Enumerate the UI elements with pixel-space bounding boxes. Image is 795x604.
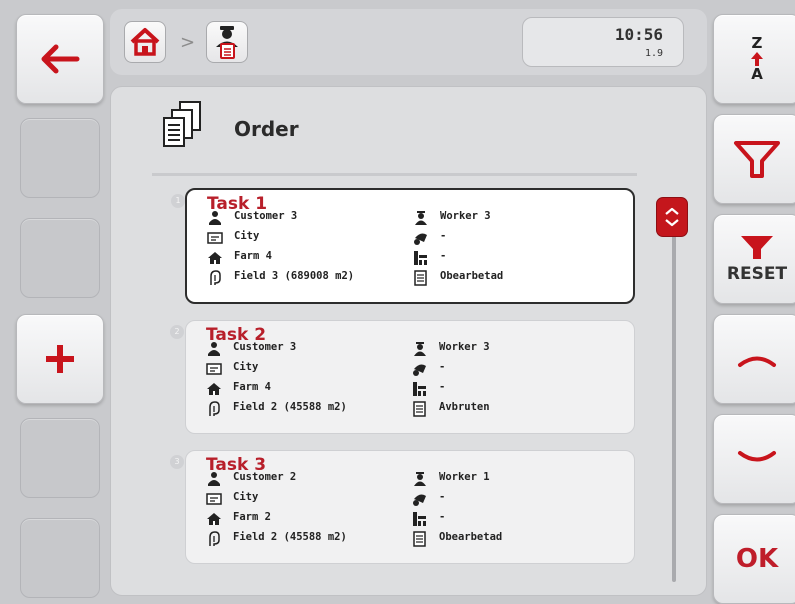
order-icon <box>163 101 201 147</box>
task-operation: - <box>440 250 447 262</box>
task-number: 3 <box>170 455 184 469</box>
worker-icon <box>412 341 428 357</box>
task-machine: - <box>439 361 446 373</box>
home-icon <box>130 28 160 56</box>
task-machine: - <box>440 230 447 242</box>
breadcrumb-order[interactable] <box>206 21 248 63</box>
scroll-grip-icon <box>665 207 679 227</box>
plus-icon <box>46 345 74 373</box>
operation-icon <box>412 511 428 527</box>
version-label: 1.9 <box>644 48 663 59</box>
task-status: Obearbetad <box>440 270 504 282</box>
task-farm: Farm 2 <box>233 511 271 523</box>
address-icon <box>206 361 222 377</box>
left-empty-button-2 <box>20 218 100 298</box>
task-customer: Customer 3 <box>233 341 297 353</box>
task-status: Obearbetad <box>439 531 503 543</box>
machine-icon <box>412 361 428 377</box>
task-worker: Worker 1 <box>439 471 490 483</box>
page-title: Order <box>234 117 299 141</box>
task-status: Avbruten <box>439 401 490 413</box>
task-machine: - <box>439 491 446 503</box>
breadcrumb-separator: > <box>180 32 196 53</box>
task-field: Field 3 (689008 m2) <box>234 270 355 282</box>
status-icon <box>412 531 428 547</box>
task-address: City <box>233 361 259 373</box>
filter-filled-icon <box>741 236 773 259</box>
task-field: Field 2 (45588 m2) <box>233 401 347 413</box>
address-icon <box>207 230 223 246</box>
clock-display: 10:56 1.9 <box>522 17 684 67</box>
task-customer: Customer 3 <box>234 210 298 222</box>
reset-filter-button[interactable]: RESET <box>713 214 795 304</box>
task-worker: Worker 3 <box>440 210 491 222</box>
operation-icon <box>413 250 429 266</box>
task-address: City <box>233 491 259 503</box>
sort-top-letter: Z <box>751 34 763 52</box>
worker-icon <box>413 210 429 226</box>
field-icon <box>207 270 223 286</box>
farm-icon <box>207 250 223 266</box>
farm-icon <box>206 381 222 397</box>
address-icon <box>206 491 222 507</box>
task-customer: Customer 2 <box>233 471 297 483</box>
worker-order-icon <box>216 26 238 59</box>
machine-icon <box>412 491 428 507</box>
task-number: 1 <box>171 194 185 208</box>
title-divider <box>152 173 637 176</box>
field-icon <box>206 531 222 547</box>
arrow-left-icon <box>41 44 80 74</box>
field-icon <box>206 401 222 417</box>
sort-bottom-letter: A <box>751 65 763 83</box>
filter-icon <box>734 141 780 178</box>
farm-icon <box>206 511 222 527</box>
status-icon <box>413 270 429 286</box>
scroll-thumb[interactable] <box>656 197 688 237</box>
left-empty-button-3 <box>20 418 100 498</box>
left-empty-button-4 <box>20 518 100 598</box>
task-card[interactable]: 3 Task 3 Customer 2 City Farm 2 Field 2 (4558… <box>170 450 635 564</box>
ok-button[interactable]: OK <box>713 514 795 604</box>
task-farm: Farm 4 <box>233 381 271 393</box>
reset-label: RESET <box>726 264 788 284</box>
task-card[interactable]: 2 Task 2 Customer 3 City Farm 4 Field 2 (4558… <box>170 320 635 434</box>
time-label: 10:56 <box>614 25 663 44</box>
task-number: 2 <box>170 325 184 339</box>
task-operation: - <box>439 511 446 523</box>
task-field: Field 2 (45588 m2) <box>233 531 347 543</box>
customer-icon <box>206 341 222 357</box>
task-farm: Farm 4 <box>234 250 272 262</box>
ok-label: OK <box>735 544 779 574</box>
operation-icon <box>412 381 428 397</box>
add-button[interactable] <box>16 314 104 404</box>
left-empty-button-1 <box>20 118 100 198</box>
customer-icon <box>207 210 223 226</box>
worker-icon <box>412 471 428 487</box>
chevron-down-icon <box>738 451 776 462</box>
filter-button[interactable] <box>713 114 795 204</box>
back-button[interactable] <box>16 14 104 104</box>
task-card[interactable]: 1 Task 1 Customer 3 City Farm 4 Field 3 (6890… <box>171 188 635 304</box>
status-icon <box>412 401 428 417</box>
scroll-down-button[interactable] <box>713 414 795 504</box>
task-worker: Worker 3 <box>439 341 490 353</box>
task-operation: - <box>439 381 446 393</box>
scroll-track[interactable] <box>672 230 676 582</box>
sort-button[interactable]: Z A <box>713 14 795 104</box>
chevron-up-icon <box>738 356 776 367</box>
machine-icon <box>413 230 429 246</box>
customer-icon <box>206 471 222 487</box>
task-address: City <box>234 230 260 242</box>
breadcrumb-home[interactable] <box>124 21 166 63</box>
scroll-up-button[interactable] <box>713 314 795 404</box>
